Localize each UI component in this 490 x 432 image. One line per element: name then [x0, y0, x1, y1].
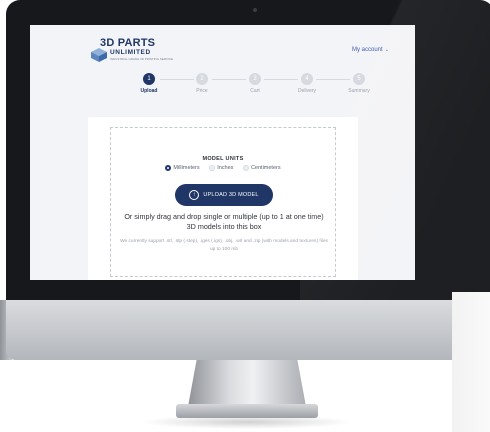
logo-title: 3D PARTS: [100, 37, 156, 49]
step-upload[interactable]: 1 Upload: [129, 73, 169, 94]
my-account-label: My account: [352, 47, 383, 53]
monitor-stand-base: [176, 404, 318, 418]
radio-icon[interactable]: [242, 165, 249, 171]
step-delivery[interactable]: 4 Delivery: [287, 73, 327, 94]
upload-model-button[interactable]: ↑ UPLOAD 3D MODEL: [175, 184, 273, 206]
background-panel: [452, 292, 490, 432]
step-label: Cart: [250, 88, 260, 94]
model-units-title: MODEL UNITS: [202, 156, 244, 162]
logo[interactable]: 3D PARTS UNLIMITED INDUSTRIAL GRADE 3D P…: [86, 35, 173, 71]
logo-subtitle: UNLIMITED: [110, 49, 151, 56]
step-number: 2: [196, 73, 208, 85]
radio-icon[interactable]: [209, 165, 216, 171]
step-number: 3: [249, 73, 261, 85]
model-units-group: Millimeters Inches Centimeters: [111, 165, 335, 177]
step-summary[interactable]: 5 Summary: [339, 73, 379, 94]
unit-option-inches[interactable]: Inches: [209, 165, 233, 171]
step-price[interactable]: 2 Price: [182, 73, 222, 94]
radio-icon[interactable]: [165, 165, 172, 171]
step-number: 4: [301, 73, 313, 85]
screen: 3D PARTS UNLIMITED INDUSTRIAL GRADE 3D P…: [30, 25, 415, 280]
cube-icon: [91, 48, 107, 62]
unit-label: Millimeters: [173, 165, 200, 171]
unit-label: Inches: [217, 165, 234, 171]
camera-dot: [253, 8, 257, 12]
unit-option-centimeters[interactable]: Centimeters: [242, 165, 281, 171]
upload-card: MODEL UNITS Millimeters Inches Centimete…: [88, 117, 358, 280]
my-account-link[interactable]: My account ⌄: [352, 47, 389, 53]
step-cart[interactable]: 3 Cart: [235, 73, 275, 94]
unit-label: Centimeters: [250, 165, 281, 171]
step-label: Summary: [348, 88, 370, 94]
unit-option-millimeters[interactable]: Millimeters: [165, 165, 200, 171]
supported-formats-note: We currently support .stl, .stp (.step),…: [120, 239, 328, 252]
arrow-up-icon: ↑: [189, 190, 200, 200]
chevron-down-icon: ⌄: [384, 47, 389, 53]
upload-button-label: UPLOAD 3D MODEL: [203, 192, 259, 198]
checkout-steps: 1 Upload 2 Price 3 Cart 4 Delivery 5 Sum…: [30, 73, 415, 103]
drag-drop-instructions: Or simply drag and drop single or multip…: [124, 212, 324, 231]
step-number: 1: [143, 73, 155, 85]
file-dropzone[interactable]: MODEL UNITS Millimeters Inches Centimete…: [110, 127, 336, 277]
step-number: 5: [353, 73, 365, 85]
logo-tagline: INDUSTRIAL GRADE 3D PRINTING SERVICE: [110, 57, 174, 61]
monitor-chin: [6, 300, 490, 360]
step-label: Price: [196, 88, 208, 94]
step-label: Upload: [140, 88, 158, 94]
step-label: Delivery: [297, 88, 317, 94]
